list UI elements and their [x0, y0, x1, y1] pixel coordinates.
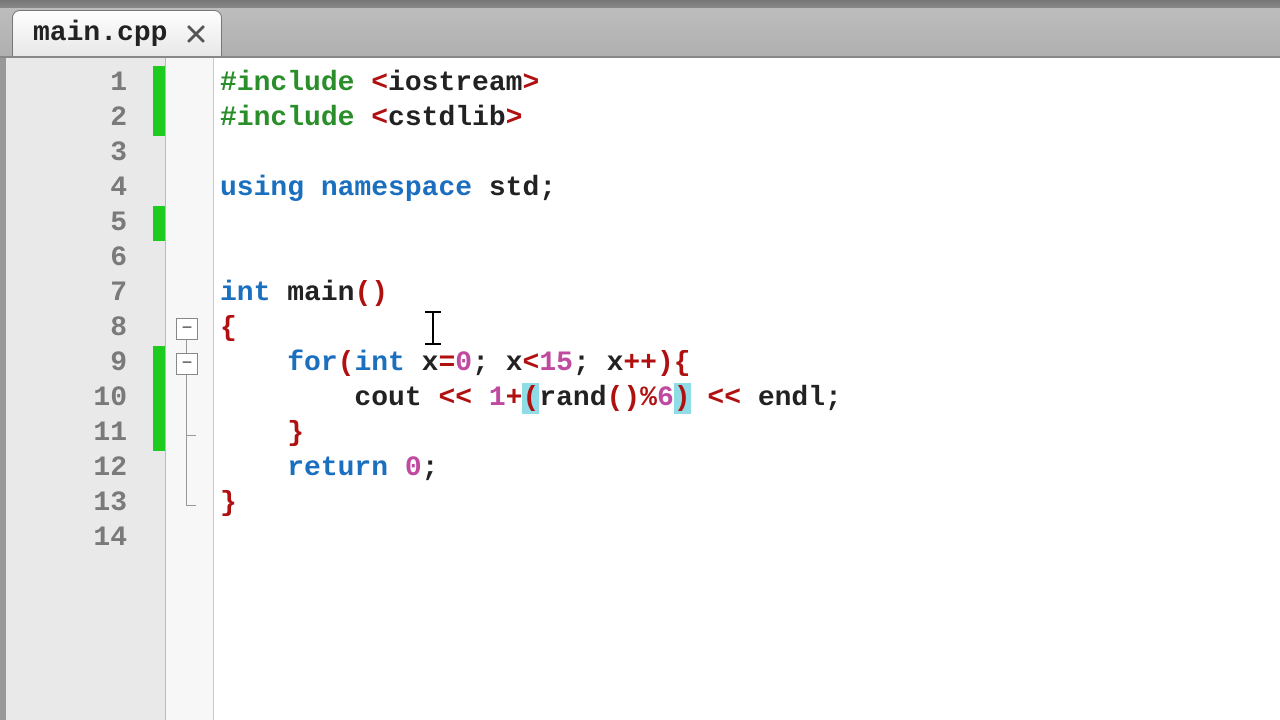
fold-guide: [186, 375, 187, 435]
line-number: 3: [6, 136, 165, 171]
line-number: 12: [6, 451, 165, 486]
code-line: }: [214, 486, 1280, 521]
line-number: 14: [6, 521, 165, 556]
fold-guide: [186, 505, 196, 506]
fold-margin: − −: [166, 58, 214, 720]
code-line: int main(): [214, 276, 1280, 311]
text-cursor-icon: [432, 311, 434, 345]
line-number-gutter: 1 2 3 4 5 6 7 8 9 10 11 12 13 14: [6, 58, 166, 720]
tab-bar: main.cpp: [0, 8, 1280, 58]
line-number: 2: [6, 101, 165, 136]
fold-guide: [186, 340, 187, 353]
fold-guide: [186, 435, 196, 436]
window-top-border: [0, 0, 1280, 8]
code-area[interactable]: #include <iostream> #include <cstdlib> u…: [214, 58, 1280, 720]
editor[interactable]: 1 2 3 4 5 6 7 8 9 10 11 12 13 14 − − #in…: [0, 58, 1280, 720]
file-tab-main-cpp[interactable]: main.cpp: [12, 10, 222, 56]
line-number: 6: [6, 241, 165, 276]
line-number: 11: [6, 416, 165, 451]
fold-guide: [186, 435, 187, 505]
code-line: [214, 521, 1280, 556]
code-line: return 0;: [214, 451, 1280, 486]
line-number: 13: [6, 486, 165, 521]
code-line: #include <iostream>: [214, 66, 1280, 101]
line-number: 9: [6, 346, 165, 381]
line-number: 4: [6, 171, 165, 206]
line-number: 1: [6, 66, 165, 101]
code-line: for(int x=0; x<15; x++){: [214, 346, 1280, 381]
code-line: }: [214, 416, 1280, 451]
code-line: #include <cstdlib>: [214, 101, 1280, 136]
code-line: cout << 1+(rand()%6) << endl;: [214, 381, 1280, 416]
fold-toggle-icon[interactable]: −: [176, 353, 198, 375]
code-line: [214, 136, 1280, 171]
fold-toggle-icon[interactable]: −: [176, 318, 198, 340]
code-line: {: [214, 311, 1280, 346]
close-icon[interactable]: [185, 23, 207, 45]
line-number: 5: [6, 206, 165, 241]
change-marker: [153, 346, 165, 451]
change-marker: [153, 206, 165, 241]
line-number: 8: [6, 311, 165, 346]
matched-bracket: (: [522, 383, 539, 414]
code-line: using namespace std;: [214, 171, 1280, 206]
line-number: 7: [6, 276, 165, 311]
tab-filename: main.cpp: [33, 18, 167, 49]
matched-bracket: ): [674, 383, 691, 414]
line-number: 10: [6, 381, 165, 416]
code-line: [214, 241, 1280, 276]
code-line: [214, 206, 1280, 241]
change-marker: [153, 66, 165, 136]
